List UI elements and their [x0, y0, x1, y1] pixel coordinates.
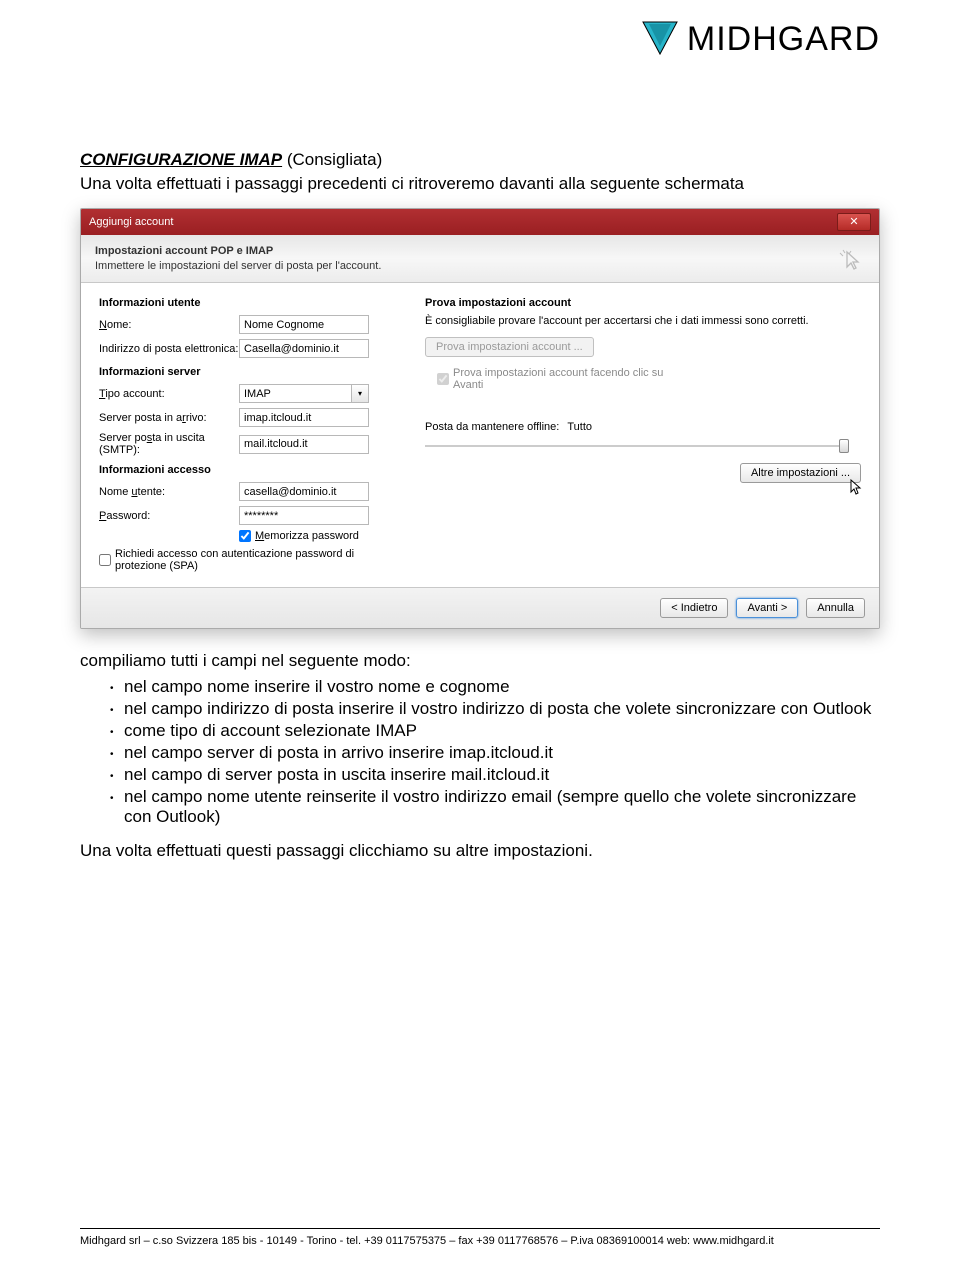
user-info-heading: Informazioni utente [99, 297, 399, 309]
spa-checkbox[interactable]: Richiedi accesso con autenticazione pass… [99, 548, 365, 572]
dialog-header-title: Impostazioni account POP e IMAP [95, 245, 865, 257]
instructions-list: nel campo nome inserire il vostro nome e… [80, 677, 880, 827]
password-label: Password: [99, 510, 239, 522]
remember-password-checkbox[interactable]: Memorizza password [239, 530, 359, 542]
dialog-titlebar: Aggiungi account ✕ [81, 209, 879, 235]
dialog-title: Aggiungi account [89, 216, 173, 228]
list-item: nel campo indirizzo di posta inserire il… [110, 699, 880, 719]
test-settings-button[interactable]: Prova impostazioni account ... [425, 337, 594, 357]
closing-text: Una volta effettuati questi passaggi cli… [80, 841, 880, 861]
offline-slider[interactable] [425, 437, 861, 455]
account-type-select[interactable]: ▾ [239, 384, 369, 403]
offline-value: Tutto [567, 421, 592, 433]
server-info-heading: Informazioni server [99, 366, 399, 378]
add-account-dialog: Aggiungi account ✕ Impostazioni account … [80, 208, 880, 629]
name-input[interactable] [239, 315, 369, 334]
username-input[interactable] [239, 482, 369, 501]
dialog-header-subtitle: Immettere le impostazioni del server di … [95, 260, 865, 272]
auto-test-input[interactable] [437, 373, 449, 385]
close-button[interactable]: ✕ [837, 213, 871, 231]
chevron-down-icon[interactable]: ▾ [351, 384, 369, 403]
back-button[interactable]: < Indietro [660, 598, 728, 618]
heading-suffix: (Consigliata) [282, 150, 382, 169]
next-button[interactable]: Avanti > [736, 598, 798, 618]
close-icon: ✕ [849, 217, 858, 228]
offline-label: Posta da mantenere offline: [425, 421, 559, 433]
mouse-pointer-icon [849, 479, 863, 498]
incoming-server-label: Server posta in arrivo: [99, 412, 239, 424]
incoming-server-input[interactable] [239, 408, 369, 427]
page-footer: Midhgard srl – c.so Svizzera 185 bis - 1… [80, 1228, 880, 1247]
username-label: Nome utente: [99, 486, 239, 498]
remember-password-label: Memorizza password [255, 530, 359, 542]
dialog-footer: < Indietro Avanti > Annulla [81, 587, 879, 628]
list-item: come tipo di account selezionate IMAP [110, 721, 880, 741]
outgoing-server-input[interactable] [239, 435, 369, 454]
cancel-button[interactable]: Annulla [806, 598, 865, 618]
access-info-heading: Informazioni accesso [99, 464, 399, 476]
password-input[interactable] [239, 506, 369, 525]
auto-test-checkbox[interactable]: Prova impostazioni account facendo clic … [437, 367, 861, 391]
logo-text: MIDHGARD [687, 20, 880, 59]
spa-input[interactable] [99, 554, 111, 566]
list-item: nel campo server di posta in arrivo inse… [110, 743, 880, 763]
list-item: nel campo nome utente reinserite il vost… [110, 787, 880, 827]
list-item: nel campo di server posta in uscita inse… [110, 765, 880, 785]
cursor-pointer-icon [839, 249, 865, 281]
instructions-intro: compiliamo tutti i campi nel seguente mo… [80, 651, 880, 671]
account-type-value[interactable] [239, 384, 351, 403]
outgoing-server-label: Server posta in uscita (SMTP): [99, 432, 239, 456]
dialog-header: Impostazioni account POP e IMAP Immetter… [81, 235, 879, 283]
heading-title: CONFIGURAZIONE IMAP [80, 150, 282, 169]
brand-logo: MIDHGARD [639, 18, 880, 60]
auto-test-label: Prova impostazioni account facendo clic … [453, 367, 683, 391]
test-settings-heading: Prova impostazioni account [425, 297, 861, 309]
more-settings-button[interactable]: Altre impostazioni ... [740, 463, 861, 483]
email-input[interactable] [239, 339, 369, 358]
remember-password-input[interactable] [239, 530, 251, 542]
name-label: Nome: [99, 319, 239, 331]
intro-text: Una volta effettuati i passaggi preceden… [80, 174, 880, 194]
test-tip: È consigliabile provare l'account per ac… [425, 315, 861, 327]
section-heading: CONFIGURAZIONE IMAP (Consigliata) [80, 150, 880, 170]
email-label: Indirizzo di posta elettronica: [99, 343, 239, 355]
spa-label: Richiedi accesso con autenticazione pass… [115, 548, 365, 572]
list-item: nel campo nome inserire il vostro nome e… [110, 677, 880, 697]
account-type-label: Tipo account: [99, 388, 239, 400]
slider-thumb[interactable] [839, 439, 849, 453]
logo-mark-icon [639, 18, 681, 60]
slider-track [425, 445, 841, 447]
